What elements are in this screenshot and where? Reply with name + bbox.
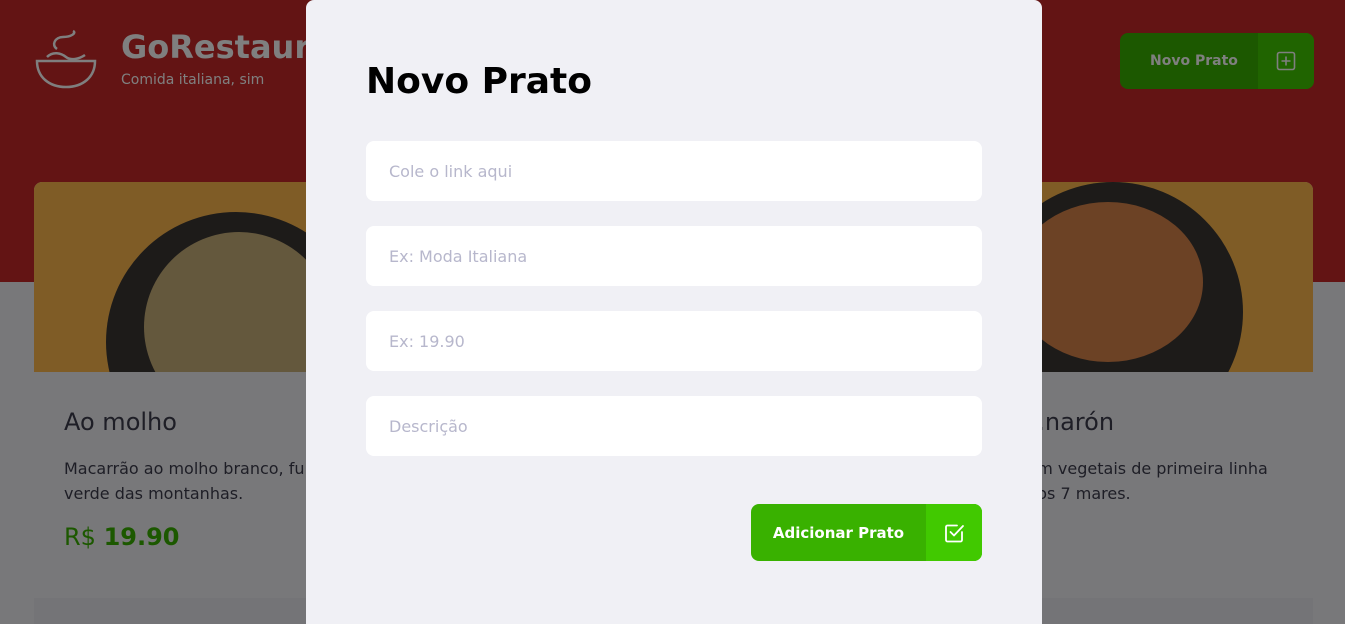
image-link-field[interactable] [366, 141, 982, 201]
price-input[interactable] [389, 331, 959, 351]
dish-name-field[interactable] [366, 226, 982, 286]
modal-title: Novo Prato [366, 61, 592, 102]
image-link-input[interactable] [389, 161, 959, 181]
add-dish-button-label: Adicionar Prato [772, 523, 905, 542]
check-square-icon [926, 504, 982, 561]
new-dish-modal: Novo Prato Adicionar Prato [306, 0, 1042, 624]
description-input[interactable] [389, 416, 959, 436]
dish-name-input[interactable] [389, 246, 959, 266]
price-field[interactable] [366, 311, 982, 371]
description-field[interactable] [366, 396, 982, 456]
add-dish-button[interactable]: Adicionar Prato [751, 504, 982, 561]
